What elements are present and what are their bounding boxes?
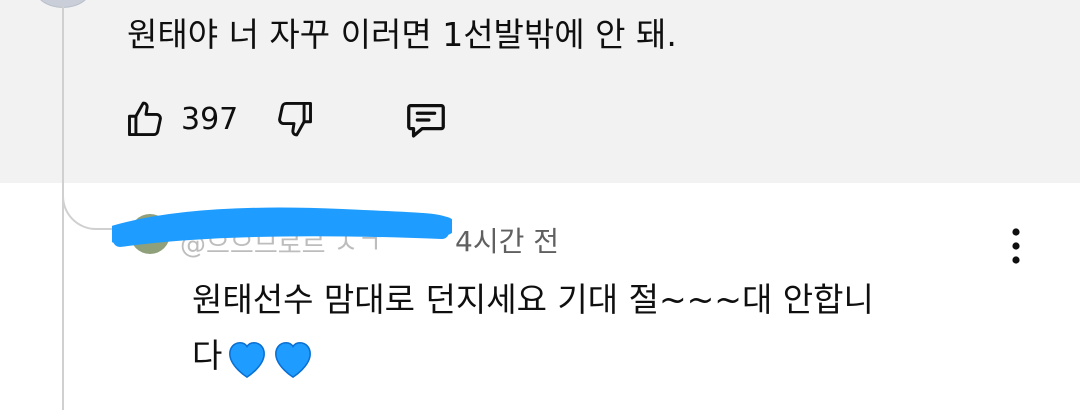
blue-heart-icon: [224, 337, 270, 379]
thumbs-up-icon: [128, 101, 162, 137]
reply-button[interactable]: [402, 97, 450, 147]
avatar[interactable]: [130, 214, 170, 254]
reply-header: @으으므로르 ㅅㄱ 4시간 전: [112, 206, 634, 260]
reply-text-container: 원태선수 맘대로 던지세요 기대 절~~~대 안합니다: [192, 272, 892, 384]
emoji-group: [224, 337, 316, 379]
blue-heart-icon: [270, 337, 316, 379]
more-options-button[interactable]: [1001, 224, 1031, 268]
reply-comment-icon: [407, 103, 445, 138]
more-vert-icon: [1012, 228, 1020, 264]
dislike-button[interactable]: [272, 97, 316, 145]
like-count: 397: [181, 102, 239, 137]
thumbs-down-icon: [278, 101, 312, 137]
author-handle[interactable]: @으으므로르 ㅅㄱ: [180, 224, 382, 261]
parent-comment: 원태야 너 자꾸 이러면 1선발밖에 안 돼. 397: [0, 0, 1080, 183]
thread-connector: [62, 170, 112, 230]
timestamp: 4시간 전: [455, 225, 559, 258]
like-button[interactable]: [124, 97, 168, 145]
comment-text: 원태야 너 자꾸 이러면 1선발밖에 안 돼.: [127, 15, 677, 54]
